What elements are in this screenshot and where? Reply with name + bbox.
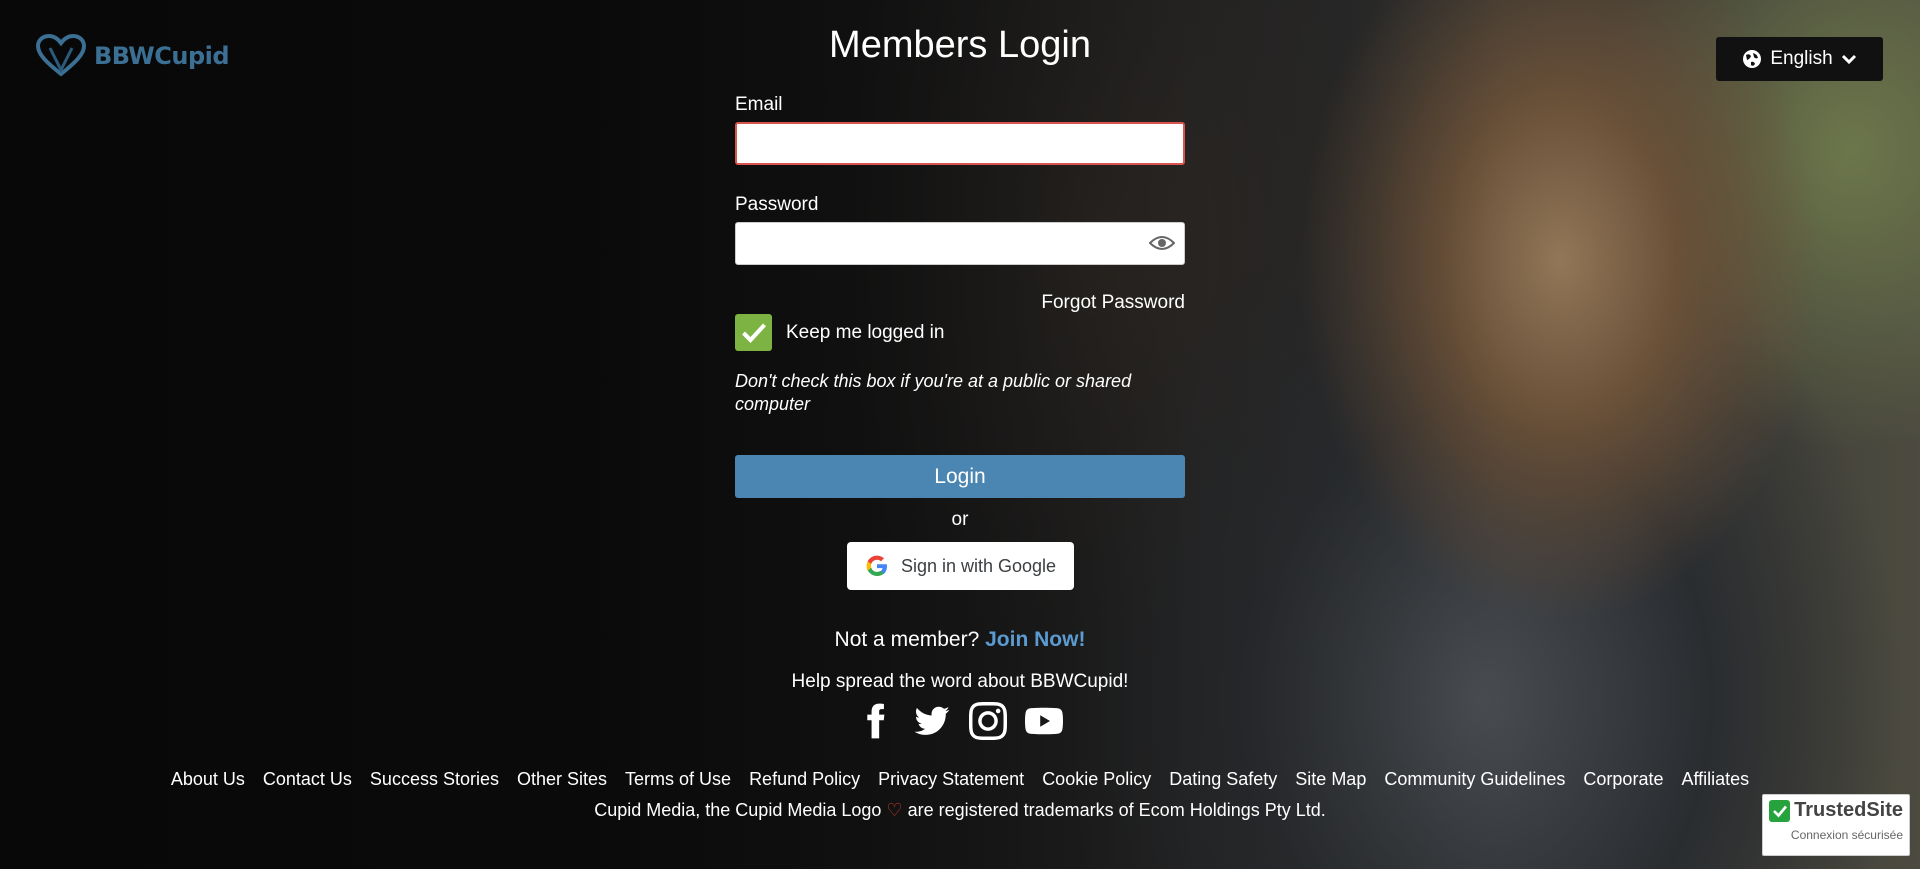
footer-link-privacy-statement[interactable]: Privacy Statement	[878, 769, 1024, 790]
google-icon	[866, 555, 887, 576]
google-sign-in-button[interactable]: Sign in with Google	[847, 542, 1074, 590]
password-field[interactable]	[735, 222, 1185, 265]
trustedsite-subtitle: Connexion sécurisée	[1790, 828, 1903, 842]
share-text: Help spread the word about BBWCupid!	[791, 671, 1129, 692]
instagram-link[interactable]	[969, 700, 1007, 742]
footer-link-terms-of-use[interactable]: Terms of Use	[625, 769, 731, 790]
footer-link-cookie-policy[interactable]: Cookie Policy	[1042, 769, 1151, 790]
cupid-heart-icon: ♡	[886, 800, 903, 820]
email-label: Email	[735, 94, 783, 115]
signup-prompt-text: Not a member?	[834, 628, 980, 651]
trademark-notice: Cupid Media, the Cupid Media Logo ♡ are …	[0, 800, 1920, 821]
youtube-icon	[1025, 707, 1063, 735]
twitter-link[interactable]	[913, 700, 951, 742]
login-form: Email Password Forgot Password Keep me l…	[735, 94, 1185, 590]
keep-logged-in-row: Keep me logged in	[735, 314, 944, 351]
footer-link-about-us[interactable]: About Us	[171, 769, 245, 790]
signup-prompt: Not a member? Join Now!	[0, 628, 1920, 652]
footer-link-other-sites[interactable]: Other Sites	[517, 769, 607, 790]
footer-link-contact-us[interactable]: Contact Us	[263, 769, 352, 790]
public-computer-hint: Don't check this box if you're at a publ…	[735, 371, 1132, 414]
footer-link-affiliates[interactable]: Affiliates	[1681, 769, 1749, 790]
twitter-icon	[914, 706, 950, 735]
footer-link-refund-policy[interactable]: Refund Policy	[749, 769, 860, 790]
trademark-text-end: are registered trademarks of Ecom Holdin…	[907, 800, 1326, 820]
login-button[interactable]: Login	[735, 455, 1185, 498]
instagram-icon	[969, 702, 1007, 740]
trustedsite-badge[interactable]: TrustedSite Connexion sécurisée	[1762, 794, 1910, 856]
youtube-link[interactable]	[1025, 700, 1063, 742]
keep-logged-in-label: Keep me logged in	[786, 321, 945, 343]
footer-link-success-stories[interactable]: Success Stories	[370, 769, 499, 790]
join-now-link[interactable]: Join Now!	[985, 628, 1085, 651]
facebook-link[interactable]	[857, 700, 895, 742]
trustedsite-header: TrustedSite	[1763, 795, 1909, 822]
trustedsite-name: TrustedSite	[1794, 799, 1903, 821]
footer-link-dating-safety[interactable]: Dating Safety	[1169, 769, 1277, 790]
trademark-text-start: Cupid Media, the Cupid Media Logo	[594, 800, 882, 820]
footer-link-community-guidelines[interactable]: Community Guidelines	[1384, 769, 1565, 790]
password-label: Password	[735, 194, 819, 215]
social-links	[0, 700, 1920, 742]
show-password-eye-icon[interactable]	[1149, 233, 1175, 253]
trustedsite-check-icon	[1769, 799, 1791, 822]
footer-link-site-map[interactable]: Site Map	[1295, 769, 1366, 790]
google-button-label: Sign in with Google	[900, 555, 1057, 576]
keep-logged-in-checkbox[interactable]	[735, 314, 772, 351]
password-wrapper	[735, 222, 1185, 265]
forgot-password-link[interactable]: Forgot Password	[1041, 292, 1185, 314]
footer-links: About Us Contact Us Success Stories Othe…	[0, 769, 1920, 790]
checkmark-icon	[741, 322, 766, 343]
facebook-icon	[867, 703, 885, 739]
or-divider: or	[951, 509, 969, 530]
page-title: Members Login	[829, 24, 1091, 66]
footer-link-corporate[interactable]: Corporate	[1583, 769, 1663, 790]
email-field[interactable]	[735, 122, 1185, 165]
